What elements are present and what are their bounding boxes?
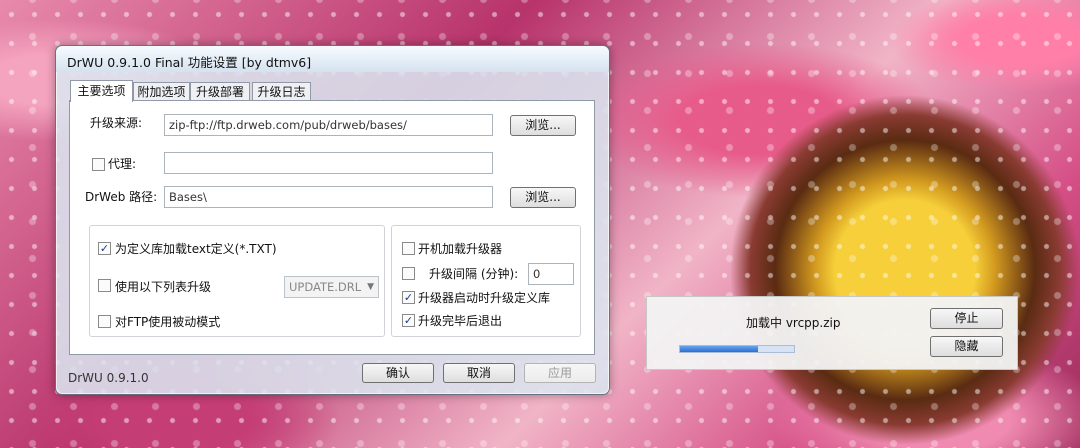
tab-extra-options[interactable]: 附加选项 (133, 82, 190, 101)
upgrade-on-start-checkbox[interactable]: ✓ (402, 291, 415, 304)
exit-after-upgrade-label: 升级完毕后退出 (418, 314, 503, 328)
use-list-upgrade-label: 使用以下列表升级 (115, 280, 212, 294)
exit-after-upgrade-checkbox[interactable]: ✓ (402, 314, 415, 327)
browse-source-button[interactable]: 浏览... (510, 115, 576, 136)
source-label: 升级来源: (90, 116, 143, 130)
download-progress-bar (679, 345, 795, 353)
browse-drweb-path-button[interactable]: 浏览... (510, 187, 576, 208)
upgrade-interval-label: 升级间隔 (分钟): (429, 267, 519, 281)
chevron-down-icon: ▼ (367, 282, 374, 292)
use-list-upgrade-checkbox[interactable] (98, 279, 111, 292)
passive-ftp-checkbox[interactable] (98, 315, 111, 328)
proxy-input[interactable] (164, 152, 493, 174)
settings-window: DrWU 0.9.1.0 Final 功能设置 [by dtmv6] 主要选项 … (55, 45, 610, 395)
hide-button[interactable]: 隐藏 (930, 336, 1003, 357)
right-options-group: 开机加载升级器 升级间隔 (分钟): 0 ✓ 升级器启动时升级定义库 ✓ 升级完… (391, 225, 581, 337)
tab-main-options[interactable]: 主要选项 (70, 80, 133, 102)
download-progress-fill (680, 346, 758, 352)
upgrade-list-select-value: UPDATE.DRL (289, 280, 362, 294)
window-titlebar[interactable]: DrWU 0.9.1.0 Final 功能设置 [by dtmv6] (56, 46, 609, 72)
passive-ftp-label: 对FTP使用被动模式 (115, 315, 221, 329)
stop-button[interactable]: 停止 (930, 308, 1003, 329)
drweb-path-label: DrWeb 路径: (85, 190, 158, 204)
drweb-path-input[interactable]: Bases\ (164, 186, 493, 208)
main-options-panel: 升级来源: zip-ftp://ftp.drweb.com/pub/drweb/… (69, 100, 595, 355)
load-on-startup-label: 开机加载升级器 (418, 242, 503, 256)
apply-button[interactable]: 应用 (524, 363, 596, 383)
proxy-checkbox[interactable] (92, 158, 105, 171)
left-options-group: ✓ 为定义库加载text定义(*.TXT) 使用以下列表升级 UPDATE.DR… (89, 225, 385, 337)
window-title: DrWU 0.9.1.0 Final 功能设置 [by dtmv6] (67, 55, 312, 70)
upgrade-interval-input[interactable]: 0 (528, 263, 574, 285)
load-text-definitions-checkbox[interactable]: ✓ (98, 242, 111, 255)
upgrade-list-select[interactable]: UPDATE.DRL ▼ (284, 276, 379, 298)
load-text-definitions-label: 为定义库加载text定义(*.TXT) (115, 242, 277, 256)
source-input[interactable]: zip-ftp://ftp.drweb.com/pub/drweb/bases/ (164, 114, 493, 136)
upgrade-on-start-label: 升级器启动时升级定义库 (418, 291, 551, 305)
tab-upgrade-log[interactable]: 升级日志 (252, 82, 311, 101)
upgrade-interval-checkbox[interactable] (402, 267, 415, 280)
proxy-label: 代理: (108, 157, 137, 171)
load-on-startup-checkbox[interactable] (402, 242, 415, 255)
tab-deploy-upgrade[interactable]: 升级部署 (190, 82, 250, 101)
confirm-button[interactable]: 确认 (362, 363, 434, 383)
version-label: DrWU 0.9.1.0 (68, 371, 149, 385)
cancel-button[interactable]: 取消 (443, 363, 515, 383)
download-progress-dialog: 加载中 vrcpp.zip 停止 隐藏 (646, 296, 1018, 370)
loading-status-text: 加载中 vrcpp.zip (746, 316, 841, 330)
